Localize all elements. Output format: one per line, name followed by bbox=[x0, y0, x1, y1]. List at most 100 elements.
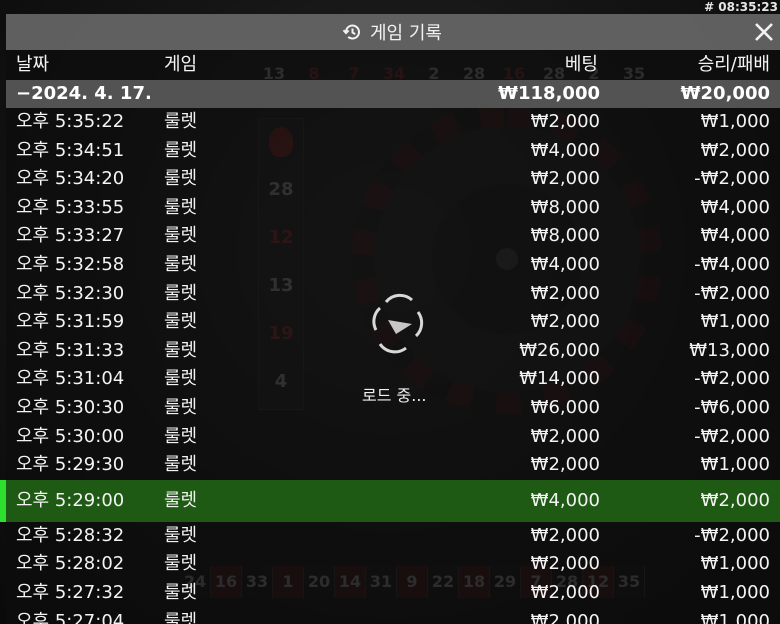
row-game: 룰렛 bbox=[164, 368, 198, 390]
row-game: 룰렛 bbox=[164, 111, 198, 132]
row-bet: ₩6,000 bbox=[530, 396, 600, 418]
row-game: 룰렛 bbox=[164, 168, 198, 190]
row-bet: ₩26,000 bbox=[519, 339, 600, 361]
row-time: 오후 5:27:32 bbox=[16, 581, 125, 603]
dialog-title-text: 게임 기록 bbox=[370, 23, 442, 44]
row-result: ₩2,000 bbox=[700, 489, 770, 511]
row-time: 오후 5:33:27 bbox=[16, 225, 125, 247]
row-game: 룰렛 bbox=[164, 139, 198, 161]
row-bet: ₩4,000 bbox=[530, 139, 600, 161]
row-bet: ₩2,000 bbox=[530, 553, 600, 575]
row-bet: ₩2,000 bbox=[530, 111, 600, 132]
history-row[interactable]: 오후 5:33:55 룰렛 ₩8,000 ₩4,000 bbox=[6, 194, 780, 223]
row-game: 룰렛 bbox=[164, 339, 198, 361]
row-bet: ₩2,000 bbox=[530, 311, 600, 333]
dialog-title: 게임 기록 bbox=[342, 14, 442, 50]
row-game: 룰렛 bbox=[164, 489, 198, 511]
clock: # 08:35:23 bbox=[704, 0, 778, 14]
row-result: ₩4,000 bbox=[700, 196, 770, 218]
row-game: 룰렛 bbox=[164, 425, 198, 447]
column-header-bet: 베팅 bbox=[564, 54, 598, 75]
row-time: 오후 5:28:02 bbox=[16, 553, 125, 575]
history-row[interactable]: 오후 5:35:22 룰렛 ₩2,000 ₩1,000 bbox=[6, 108, 780, 137]
row-result: -₩4,000 bbox=[694, 253, 770, 275]
history-list: 오후 5:35:22 룰렛 ₩2,000 ₩1,000 오후 5:34:51 룰렛 ₩4,0… bbox=[0, 108, 780, 624]
row-bet: ₩2,000 bbox=[530, 425, 600, 447]
row-result: ₩1,000 bbox=[700, 454, 770, 476]
row-result: ₩1,000 bbox=[700, 581, 770, 603]
row-bet: ₩2,000 bbox=[530, 168, 600, 190]
row-result: -₩2,000 bbox=[694, 524, 770, 546]
history-row[interactable]: 오후 5:34:51 룰렛 ₩4,000 ₩2,000 bbox=[6, 137, 780, 166]
row-time: 오후 5:27:04 bbox=[16, 610, 125, 624]
date-group-bet-total: ₩118,000 bbox=[498, 83, 600, 104]
column-header-row: 날짜 게임 베팅 승리/패배 bbox=[6, 50, 780, 80]
row-game: 룰렛 bbox=[164, 454, 198, 476]
column-header-win-loss: 승리/패배 bbox=[697, 54, 770, 75]
row-result: ₩13,000 bbox=[689, 339, 770, 361]
row-game: 룰렛 bbox=[164, 610, 198, 624]
selected-row-indicator bbox=[0, 479, 6, 522]
date-group-row[interactable]: −2024. 4. 17. ₩118,000 ₩20,000 bbox=[6, 80, 780, 108]
row-time: 오후 5:30:30 bbox=[16, 396, 125, 418]
date-group-win-total: ₩20,000 bbox=[680, 83, 770, 104]
history-row[interactable]: 오후 5:28:02 룰렛 ₩2,000 ₩1,000 bbox=[6, 550, 780, 579]
column-header-date: 날짜 bbox=[16, 54, 50, 75]
row-time: 오후 5:32:30 bbox=[16, 282, 125, 304]
row-bet: ₩8,000 bbox=[530, 196, 600, 218]
row-game: 룰렛 bbox=[164, 524, 198, 546]
row-result: ₩1,000 bbox=[700, 553, 770, 575]
row-result: ₩1,000 bbox=[700, 111, 770, 132]
row-time: 오후 5:34:20 bbox=[16, 168, 125, 190]
row-bet: ₩2,000 bbox=[530, 581, 600, 603]
row-game: 룰렛 bbox=[164, 196, 198, 218]
loading-text: 로드 중... bbox=[362, 386, 427, 405]
history-row[interactable]: 오후 5:30:00 룰렛 ₩2,000 -₩2,000 bbox=[6, 423, 780, 452]
row-bet: ₩2,000 bbox=[530, 454, 600, 476]
row-time: 오후 5:31:04 bbox=[16, 368, 125, 390]
row-game: 룰렛 bbox=[164, 282, 198, 304]
row-bet: ₩2,000 bbox=[530, 610, 600, 624]
row-time: 오후 5:33:55 bbox=[16, 196, 125, 218]
dialog-header: 게임 기록 bbox=[6, 14, 780, 50]
row-time: 오후 5:31:59 bbox=[16, 311, 125, 333]
history-row[interactable]: 오후 5:27:04 룰렛 ₩2,000 ₩1,000 bbox=[6, 608, 780, 624]
row-time: 오후 5:29:30 bbox=[16, 454, 125, 476]
row-game: 룰렛 bbox=[164, 253, 198, 275]
row-result: -₩6,000 bbox=[694, 396, 770, 418]
row-time: 오후 5:29:00 bbox=[16, 489, 125, 511]
row-time: 오후 5:30:00 bbox=[16, 425, 125, 447]
row-time: 오후 5:28:32 bbox=[16, 524, 125, 546]
row-game: 룰렛 bbox=[164, 581, 198, 603]
history-row[interactable]: 오후 5:27:32 룰렛 ₩2,000 ₩1,000 bbox=[6, 579, 780, 608]
row-bet: ₩4,000 bbox=[530, 253, 600, 275]
history-row[interactable]: 오후 5:32:58 룰렛 ₩4,000 -₩4,000 bbox=[6, 251, 780, 280]
close-button[interactable] bbox=[750, 18, 778, 46]
row-result: ₩1,000 bbox=[700, 610, 770, 624]
row-result: -₩2,000 bbox=[694, 425, 770, 447]
row-game: 룰렛 bbox=[164, 225, 198, 247]
column-header-game: 게임 bbox=[164, 54, 198, 75]
spinner-icon bbox=[372, 290, 424, 360]
history-row[interactable]: 오후 5:29:30 룰렛 ₩2,000 ₩1,000 bbox=[6, 451, 780, 480]
row-result: ₩4,000 bbox=[700, 225, 770, 247]
history-icon bbox=[342, 22, 362, 42]
row-result: ₩1,000 bbox=[700, 311, 770, 333]
history-row[interactable]: 오후 5:34:20 룰렛 ₩2,000 -₩2,000 bbox=[6, 165, 780, 194]
row-time: 오후 5:35:22 bbox=[16, 111, 125, 132]
row-bet: ₩8,000 bbox=[530, 225, 600, 247]
row-time: 오후 5:34:51 bbox=[16, 139, 125, 161]
row-result: -₩2,000 bbox=[694, 282, 770, 304]
date-group-label: −2024. 4. 17. bbox=[16, 83, 152, 104]
row-bet: ₩14,000 bbox=[519, 368, 600, 390]
row-result: -₩2,000 bbox=[694, 168, 770, 190]
row-game: 룰렛 bbox=[164, 311, 198, 333]
history-row[interactable]: 오후 5:33:27 룰렛 ₩8,000 ₩4,000 bbox=[6, 222, 780, 251]
row-time: 오후 5:32:58 bbox=[16, 253, 125, 275]
close-icon[interactable] bbox=[750, 18, 778, 46]
history-row[interactable]: 오후 5:28:32 룰렛 ₩2,000 -₩2,000 bbox=[6, 522, 780, 551]
game-screen: 1387342281628235 281213194 2416331201431… bbox=[0, 0, 780, 624]
history-row-selected[interactable]: 오후 5:29:00 룰렛 ₩4,000 ₩2,000 bbox=[0, 479, 780, 522]
row-result: -₩2,000 bbox=[694, 368, 770, 390]
row-game: 룰렛 bbox=[164, 396, 198, 418]
